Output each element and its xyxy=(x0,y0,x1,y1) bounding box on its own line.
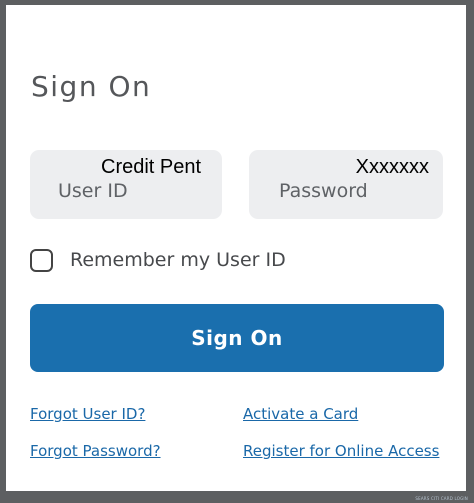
brand-watermark: SEARS CITI CARD LOGIN xyxy=(415,496,468,501)
remember-user-id-option[interactable]: Remember my User ID xyxy=(30,246,286,274)
forgot-user-id-link[interactable]: Forgot User ID? xyxy=(30,404,145,424)
password-field[interactable]: Xxxxxxx Password xyxy=(249,150,443,219)
remember-checkbox[interactable] xyxy=(30,248,53,272)
page-title: Sign On xyxy=(31,70,152,103)
password-placeholder: Password xyxy=(279,180,368,202)
register-online-access-link[interactable]: Register for Online Access xyxy=(243,441,439,461)
sign-on-card: Sign On Credit Pent User ID Xxxxxxx Pass… xyxy=(6,5,466,491)
activate-card-link[interactable]: Activate a Card xyxy=(243,404,358,424)
user-id-placeholder: User ID xyxy=(58,180,128,202)
password-value: Xxxxxxx xyxy=(355,156,429,178)
user-id-field[interactable]: Credit Pent User ID xyxy=(30,150,222,219)
remember-label: Remember my User ID xyxy=(70,249,286,271)
forgot-password-link[interactable]: Forgot Password? xyxy=(30,441,161,461)
user-id-value: Credit Pent xyxy=(101,156,202,178)
sign-on-button[interactable]: Sign On xyxy=(30,304,444,372)
